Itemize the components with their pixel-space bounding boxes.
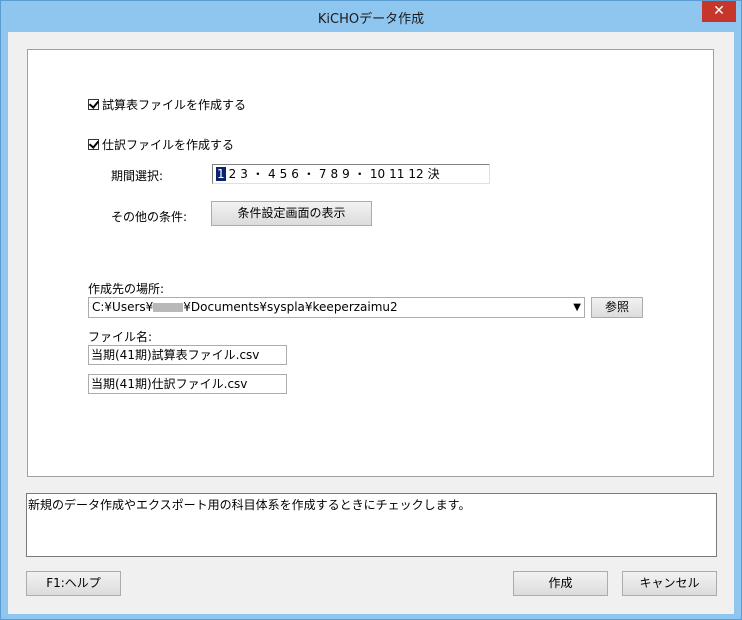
period-separator: ・ [251,167,264,181]
chevron-down-icon[interactable]: ▼ [573,298,581,317]
condition-settings-button[interactable]: 条件設定画面の表示 [211,201,372,226]
cancel-button[interactable]: キャンセル [622,571,717,596]
period-option[interactable]: 決 [427,167,441,181]
period-option[interactable]: 4 [267,167,277,181]
redacted-username [153,303,184,312]
period-option[interactable]: 5 [279,167,289,181]
destination-path-prefix: C:¥Users¥ [92,300,154,314]
destination-path-suffix: ¥Documents¥syspla¥keeperzaimu2 [183,300,398,314]
trial-balance-label: 試算表ファイルを作成する [102,98,247,112]
description-box: 新規のデータ作成やエクスポート用の科目体系を作成するときにチェックします。 [26,493,717,557]
other-conditions-label: その他の条件: [111,210,188,224]
trial-balance-checkbox[interactable] [88,99,99,110]
journal-checkbox[interactable] [88,139,99,150]
journal-label: 仕訳ファイルを作成する [102,138,235,152]
close-button[interactable]: ✕ [702,1,736,22]
journal-checkbox-row[interactable]: 仕訳ファイルを作成する [88,136,234,153]
journal-file-field[interactable]: 当期(41期)仕訳ファイル.csv [88,374,287,394]
destination-label: 作成先の場所: [88,282,165,296]
period-select-label: 期間選択: [111,169,164,183]
period-option[interactable]: 10 [369,167,386,181]
file-name-label: ファイル名: [88,330,153,344]
title-bar[interactable]: KiCHOデータ作成 ✕ [1,1,741,32]
period-option[interactable]: 11 [388,167,405,181]
period-separator: ・ [353,167,366,181]
period-selector[interactable]: 1 2 3 ・ 4 5 6 ・ 7 8 9 ・ 10 11 12 決 [212,164,490,184]
browse-button[interactable]: 参照 [591,297,643,318]
period-option[interactable]: 1 [216,167,226,181]
help-button[interactable]: F1:ヘルプ [26,571,121,596]
options-panel: 試算表ファイルを作成する 仕訳ファイルを作成する 期間選択: 1 2 3 ・ 4 5 6 ・ 7… [27,49,714,477]
trial-balance-checkbox-row[interactable]: 試算表ファイルを作成する [88,96,246,113]
period-option[interactable]: 12 [407,167,424,181]
dialog-window: KiCHOデータ作成 ✕ 試算表ファイルを作成する 仕訳ファイルを作成する 期間… [0,0,742,620]
trial-balance-file-field[interactable]: 当期(41期)試算表ファイル.csv [88,345,287,365]
dialog-client-area: 試算表ファイルを作成する 仕訳ファイルを作成する 期間選択: 1 2 3 ・ 4 5 6 ・ 7… [8,32,734,614]
period-option[interactable]: 3 [239,167,249,181]
period-option[interactable]: 6 [290,167,300,181]
destination-path-combo[interactable]: C:¥Users¥ ¥Documents¥syspla¥keeperzaimu2 … [88,297,585,318]
period-option[interactable]: 9 [341,167,351,181]
period-option[interactable]: 8 [330,167,340,181]
period-option[interactable]: 7 [318,167,328,181]
period-option[interactable]: 2 [228,167,238,181]
period-separator: ・ [302,167,315,181]
create-button[interactable]: 作成 [513,571,608,596]
close-icon: ✕ [713,3,725,19]
window-title: KiCHOデータ作成 [317,12,425,27]
